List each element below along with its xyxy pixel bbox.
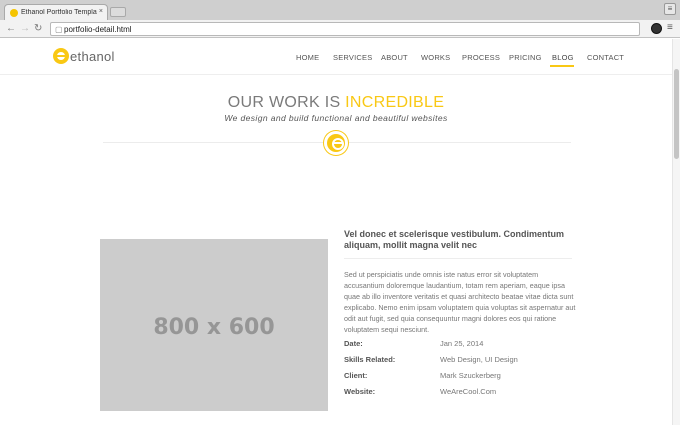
hero-title: OUR WORK IS INCREDIBLE bbox=[0, 94, 672, 112]
hero-title-accent: INCREDIBLE bbox=[345, 94, 445, 111]
emblem-icon bbox=[324, 131, 348, 155]
project-title-divider bbox=[344, 258, 572, 259]
meta-value-website[interactable]: WeAreCool.Com bbox=[440, 387, 496, 396]
project-title: Vel donec et scelerisque vestibulum. Con… bbox=[344, 229, 565, 250]
url-text[interactable]: portfolio-detail.html bbox=[64, 25, 132, 34]
meta-label-website: Website: bbox=[344, 387, 376, 396]
meta-label-date: Date: bbox=[344, 339, 363, 348]
nav-home[interactable]: HOME bbox=[296, 53, 319, 62]
extension-icon[interactable] bbox=[651, 23, 662, 34]
logo-icon[interactable] bbox=[53, 48, 69, 64]
new-tab-button[interactable] bbox=[110, 7, 126, 17]
nav-process[interactable]: PROCESS bbox=[462, 53, 500, 62]
browser-tab[interactable]: Ethanol Portfolio Template × bbox=[4, 4, 108, 20]
back-icon[interactable]: ← bbox=[6, 23, 16, 35]
forward-icon[interactable]: → bbox=[20, 23, 30, 35]
meta-value-skills: Web Design, UI Design bbox=[440, 355, 518, 364]
tab-close-icon[interactable]: × bbox=[99, 8, 103, 15]
nav-contact[interactable]: CONTACT bbox=[587, 53, 624, 62]
nav-blog[interactable]: BLOG bbox=[552, 53, 574, 62]
meta-label-skills: Skills Related: bbox=[344, 355, 396, 364]
site-header: ethanol HOME SERVICES ABOUT WORKS PROCES… bbox=[0, 39, 672, 75]
page-icon: ▢ bbox=[55, 25, 63, 34]
page-scrollbar[interactable] bbox=[672, 39, 680, 425]
browser-tab-bar: Ethanol Portfolio Template × ≡ bbox=[0, 0, 680, 20]
hero-subtitle: We design and build functional and beaut… bbox=[224, 113, 448, 123]
nav-works[interactable]: WORKS bbox=[421, 53, 450, 62]
nav-about[interactable]: ABOUT bbox=[381, 53, 408, 62]
active-nav-indicator bbox=[550, 65, 574, 67]
hero-title-prefix: OUR WORK IS bbox=[227, 94, 341, 111]
project-description: Sed ut perspiciatis unde omnis iste natu… bbox=[344, 270, 576, 334]
image-size-label: 800 x 600 bbox=[153, 315, 275, 340]
nav-pricing[interactable]: PRICING bbox=[509, 53, 542, 62]
menu-icon[interactable]: ≡ bbox=[667, 22, 673, 33]
reload-icon[interactable]: ↻ bbox=[34, 23, 42, 35]
meta-value-date: Jan 25, 2014 bbox=[440, 339, 484, 348]
scrollbar-thumb[interactable] bbox=[674, 69, 679, 159]
tab-title: Ethanol Portfolio Template bbox=[21, 9, 97, 16]
logo-text[interactable]: ethanol bbox=[70, 49, 115, 64]
window-user-icon[interactable]: ≡ bbox=[664, 3, 676, 15]
favicon-icon bbox=[10, 9, 18, 17]
project-image-placeholder: 800 x 600 bbox=[100, 239, 328, 411]
address-bar[interactable]: ▢ portfolio-detail.html bbox=[50, 22, 640, 36]
nav-services[interactable]: SERVICES bbox=[333, 53, 372, 62]
browser-toolbar: ← → ↻ ▢ portfolio-detail.html ≡ bbox=[0, 20, 680, 38]
web-page: ethanol HOME SERVICES ABOUT WORKS PROCES… bbox=[0, 39, 672, 425]
meta-value-client: Mark Szuckerberg bbox=[440, 371, 501, 380]
meta-label-client: Client: bbox=[344, 371, 368, 380]
